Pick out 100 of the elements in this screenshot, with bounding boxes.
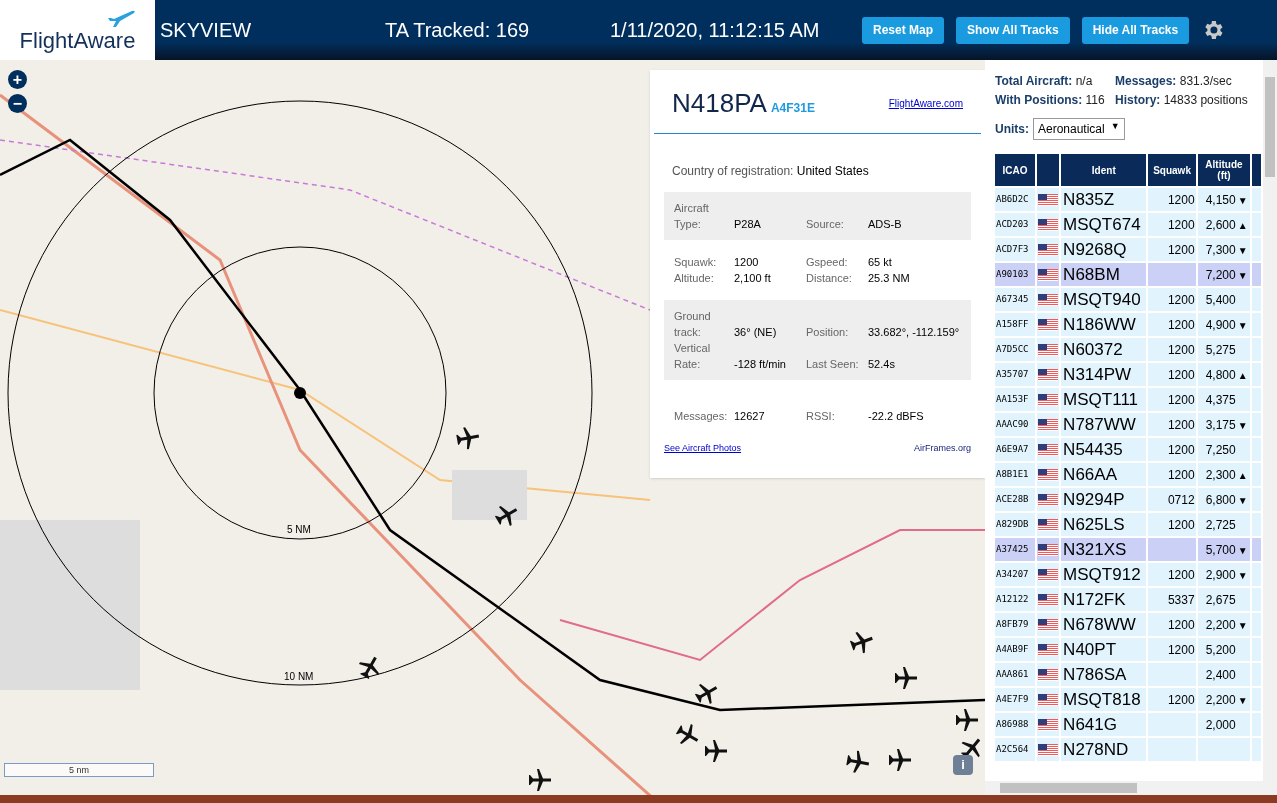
column-header[interactable]: Ident [1061,154,1147,186]
airplane-icon[interactable] [456,427,480,450]
aircraft-row[interactable]: A86988 N641G 2,000 [995,713,1261,736]
airplane-icon[interactable] [358,656,380,680]
ident-cell: N186WW [1061,313,1147,336]
zoom-in-button[interactable]: + [8,70,27,89]
aircraft-row[interactable]: AA153F MSQT111 1200 4,375 [995,388,1261,411]
aircraft-row[interactable]: A2C564 N278ND [995,738,1261,761]
icao-cell: A7D5CC [995,338,1036,361]
airplane-icon[interactable] [705,740,727,762]
airplane-icon[interactable] [846,750,870,773]
aircraft-ident: N418PA [672,87,767,120]
aircraft-row[interactable]: A37425 N321XS 5,700 ▼ [995,538,1261,561]
airframes-link[interactable]: AirFrames.org [914,442,971,456]
aircraft-row[interactable]: A4E7F9 MSQT818 1200 2,200 ▼ [995,688,1261,711]
zoom-out-button[interactable]: − [8,94,27,113]
airplane-icon[interactable] [889,749,911,771]
us-flag-icon [1038,418,1059,431]
field-value: 12627 [734,409,766,424]
aircraft-row[interactable]: A34207 MSQT912 1200 2,900 ▼ [995,563,1261,586]
us-flag-icon [1038,243,1059,256]
horizontal-scrollbar[interactable] [985,781,1277,795]
field-value: P28A [734,217,762,232]
info-button[interactable]: i [953,755,973,775]
aircraft-row[interactable]: A67345 MSQT940 1200 5,400 [995,288,1261,311]
airplane-icon[interactable] [675,723,699,745]
column-header[interactable]: Squawk [1148,154,1196,186]
aircraft-row[interactable]: A829DB N625LS 1200 2,725 [995,513,1261,536]
trend-icon: ▼ [1237,419,1248,431]
aircraft-row[interactable]: A158FF N186WW 1200 4,900 ▼ [995,313,1261,336]
stat-label: With Positions: [995,93,1084,107]
column-header[interactable] [1037,154,1060,186]
logo[interactable]: FlightAware [0,0,155,60]
column-header[interactable]: ICAO [995,154,1036,186]
aircraft-icao: A4F31E [770,100,815,117]
aircraft-row[interactable]: A35707 N314PW 1200 4,800 ▲ [995,363,1261,386]
stat-value: 14833 positions [1163,93,1248,107]
icao-cell: AAA861 [995,663,1036,686]
airplane-icon[interactable] [849,632,873,654]
airplane-icon[interactable] [961,738,981,760]
aircraft-row[interactable]: A12122 N172FK 5337 2,675 [995,588,1261,611]
aircraft-photos-link[interactable]: See Aircraft Photos [664,442,742,456]
ident-cell: MSQT912 [1061,563,1147,586]
us-flag-icon [1038,343,1059,356]
aircraft-row[interactable]: A90103 N68BM 7,200 ▼ [995,263,1261,286]
icao-cell: A6E9A7 [995,438,1036,461]
ident-cell: N54435 [1061,438,1147,461]
squawk-cell: 1200 [1148,463,1196,486]
aircraft-row[interactable]: A4AB9F N40PT 1200 5,200 [995,638,1261,661]
aircraft-row[interactable]: ACD203 MSQT674 1200 2,600 ▲ [995,213,1261,236]
altitude-value: 2,600 [1205,217,1236,232]
stat-label: History: [1115,93,1162,107]
airplane-icon[interactable] [895,667,917,689]
scale-bar: 5 nm [4,763,154,777]
trend-icon: ▼ [1237,494,1248,506]
aircraft-row[interactable]: AAA861 N786SA 2,400 [995,663,1261,686]
us-flag-icon [1038,368,1059,381]
field-label: Distance: [806,271,853,286]
squawk-cell [1148,738,1196,761]
field-value: 33.682°, -112.159° [868,325,961,340]
airplane-icon[interactable] [494,505,518,527]
vertical-scrollbar[interactable] [1263,60,1277,781]
flightaware-link[interactable]: FlightAware.com [888,96,963,111]
us-flag-icon [1038,443,1059,456]
aircraft-row[interactable]: AB6D2C N835Z 1200 4,150 ▼ [995,188,1261,211]
units-dropdown[interactable]: Aeronautical ▼ [1033,118,1125,140]
squawk-cell: 1200 [1148,688,1196,711]
ident-cell: MSQT674 [1061,213,1147,236]
icao-cell: A829DB [995,513,1036,536]
aircraft-row[interactable]: A8B1E1 N66AA 1200 2,300 ▲ [995,463,1261,486]
icao-cell: A34207 [995,563,1036,586]
squawk-cell: 0712 [1148,488,1196,511]
altitude-value: 2,200 [1205,617,1236,632]
squawk-cell: 1200 [1148,188,1196,211]
squawk-cell: 1200 [1148,513,1196,536]
field-value: 52.4s [868,357,896,372]
aircraft-row[interactable]: ACD7F3 N9268Q 1200 7,300 ▼ [995,238,1261,261]
column-header[interactable]: Altitude (ft) [1197,154,1251,186]
altitude-value: 3,175 [1205,417,1236,432]
aircraft-row[interactable]: A7D5CC N60372 1200 5,275 [995,338,1261,361]
ident-cell: N172FK [1061,588,1147,611]
us-flag-icon [1038,568,1059,581]
squawk-cell: 1200 [1148,388,1196,411]
ident-cell: N278ND [1061,738,1147,761]
trend-icon: ▼ [1237,194,1248,206]
stat-value: 116 [1085,93,1105,107]
ident-cell: MSQT818 [1061,688,1147,711]
us-flag-icon [1038,293,1059,306]
airplane-icon[interactable] [694,683,718,705]
us-flag-icon [1038,393,1059,406]
squawk-cell: 1200 [1148,213,1196,236]
aircraft-row[interactable]: A6E9A7 N54435 1200 7,250 [995,438,1261,461]
ident-cell: N314PW [1061,363,1147,386]
airplane-icon[interactable] [956,709,978,731]
field-value: 36° (NE) [734,325,778,340]
airplane-icon[interactable] [529,769,551,791]
aircraft-row[interactable]: ACE28B N9294P 0712 6,800 ▼ [995,488,1261,511]
country-label: Country of registration: [672,164,795,178]
aircraft-row[interactable]: AAAC90 N787WW 1200 3,175 ▼ [995,413,1261,436]
aircraft-row[interactable]: A8FB79 N678WW 1200 2,200 ▼ [995,613,1261,636]
